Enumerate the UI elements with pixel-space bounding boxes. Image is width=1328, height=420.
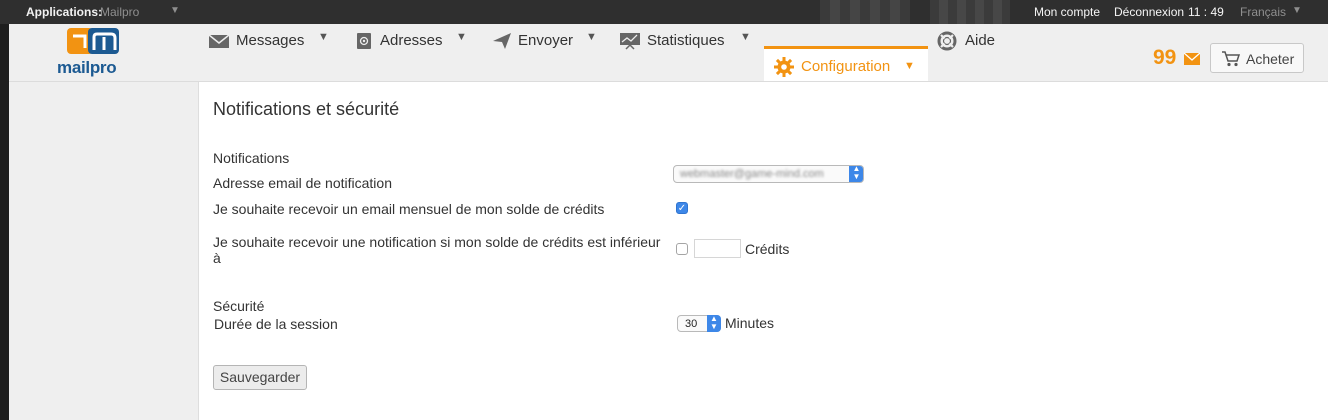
- credit-threshold-input[interactable]: [694, 239, 741, 258]
- chevron-down-icon[interactable]: ▼: [456, 31, 467, 43]
- session-duration-value: 30: [685, 318, 698, 330]
- gear-icon: [774, 57, 794, 77]
- credits-unit-label: Crédits: [745, 241, 790, 257]
- monthly-balance-label: Je souhaite recevoir un email mensuel de…: [213, 201, 605, 217]
- sidebar: [9, 82, 199, 420]
- clock: 11 : 49: [1188, 5, 1224, 19]
- chevron-down-icon[interactable]: ▼: [586, 31, 597, 43]
- chevron-down-icon[interactable]: ▼: [170, 5, 180, 16]
- chart-board-icon: [620, 33, 640, 50]
- chevron-down-icon[interactable]: ▼: [904, 60, 915, 72]
- credit-balance: 99: [1153, 46, 1177, 69]
- envelope-icon: [1184, 53, 1200, 65]
- nav-configuration[interactable]: Configuration ▼: [764, 46, 928, 81]
- chevron-down-icon[interactable]: ▼: [1292, 5, 1302, 16]
- nav-messages-label: Messages: [236, 32, 305, 49]
- monthly-balance-checkbox[interactable]: ✓: [676, 202, 688, 214]
- nav-statistiques-label: Statistiques: [647, 32, 725, 49]
- cart-icon: [1222, 51, 1241, 67]
- security-heading: Sécurité: [213, 298, 265, 314]
- nav-adresses-label: Adresses: [380, 32, 443, 49]
- logo[interactable]: mailpro: [57, 28, 119, 80]
- select-arrows-icon: ▲ ▼: [707, 315, 721, 332]
- lifebuoy-icon: [937, 31, 957, 51]
- mailpro-logo-mark: [67, 28, 119, 54]
- top-bar: Applications: Mailpro ▼ Mon compte Décon…: [0, 0, 1328, 24]
- account-link[interactable]: Mon compte: [1034, 5, 1100, 19]
- language-selector[interactable]: Français: [1240, 5, 1286, 19]
- low-balance-checkbox[interactable]: [676, 243, 688, 255]
- logout-link[interactable]: Déconnexion: [1114, 5, 1184, 19]
- buy-credits-button[interactable]: Acheter: [1210, 43, 1304, 73]
- chevron-down-icon[interactable]: ▼: [740, 31, 751, 43]
- low-balance-label-cont: à: [213, 250, 221, 266]
- application-selector[interactable]: Mailpro: [100, 5, 139, 19]
- session-duration-select[interactable]: 30 ▲ ▼: [677, 315, 721, 332]
- blurred-region: [820, 0, 910, 24]
- low-balance-label: Je souhaite recevoir une notification si…: [213, 234, 661, 250]
- save-button[interactable]: Sauvegarder: [213, 365, 307, 390]
- notifications-heading: Notifications: [213, 150, 290, 166]
- minutes-unit-label: Minutes: [725, 315, 775, 331]
- nav-envoyer-label: Envoyer: [518, 32, 574, 49]
- select-arrows-icon: ▲ ▼: [849, 166, 863, 182]
- session-duration-label: Durée de la session: [214, 316, 338, 332]
- address-book-icon: [357, 33, 371, 49]
- left-gutter: [0, 24, 9, 420]
- notification-email-label: Adresse email de notification: [213, 175, 392, 191]
- envelope-icon: [208, 34, 230, 48]
- notification-email-value: webmaster@game-mind.com: [680, 168, 824, 180]
- paper-plane-icon: [493, 33, 511, 49]
- page-title: Notifications et sécurité: [213, 99, 400, 119]
- nav-aide-label: Aide: [965, 32, 996, 49]
- applications-label: Applications:: [26, 5, 103, 19]
- logo-text: mailpro: [57, 58, 117, 77]
- nav-configuration-label: Configuration: [801, 58, 891, 75]
- chevron-down-icon[interactable]: ▼: [318, 31, 329, 43]
- buy-credits-label: Acheter: [1246, 51, 1295, 67]
- blurred-region: [930, 0, 1010, 24]
- notification-email-select[interactable]: webmaster@game-mind.com ▲ ▼: [673, 165, 864, 183]
